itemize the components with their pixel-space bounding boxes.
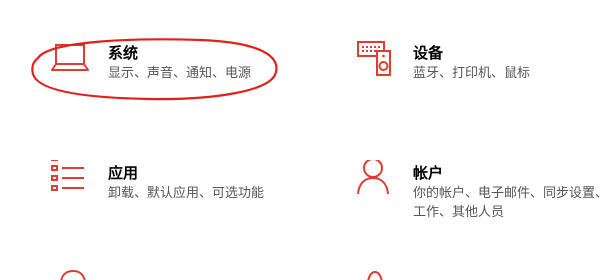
tile-devices-title: 设备 [413, 44, 444, 62]
devices-icon [355, 40, 395, 80]
partial-row-icon-right[interactable] [360, 268, 390, 280]
settings-home: 系统 显示、声音、通知、电源 设备 蓝牙、打印机、鼠标 应用 卸载、默认应用、可… [0, 0, 607, 280]
tile-system[interactable]: 系统 显示、声音、通知、电源 [50, 40, 270, 90]
tile-devices-desc: 蓝牙、打印机、鼠标 [413, 66, 531, 81]
tile-apps-desc: 卸载、默认应用、可选功能 [108, 186, 265, 201]
person-icon [355, 160, 395, 200]
apps-list-icon [50, 160, 90, 200]
tile-accounts-desc: 你的帐户、电子邮件、同步设置、工作、其他人员 [413, 186, 607, 220]
tile-apps-title: 应用 [108, 164, 139, 182]
tile-devices[interactable]: 设备 蓝牙、打印机、鼠标 [355, 40, 585, 90]
partial-row-icon-left[interactable] [58, 268, 88, 280]
tile-system-title: 系统 [108, 44, 139, 62]
tile-system-desc: 显示、声音、通知、电源 [108, 66, 252, 81]
tile-accounts[interactable]: 帐户 你的帐户、电子邮件、同步设置、工作、其他人员 [355, 160, 607, 220]
tile-apps[interactable]: 应用 卸载、默认应用、可选功能 [50, 160, 280, 210]
laptop-icon [50, 40, 90, 80]
tile-accounts-title: 帐户 [413, 164, 444, 182]
